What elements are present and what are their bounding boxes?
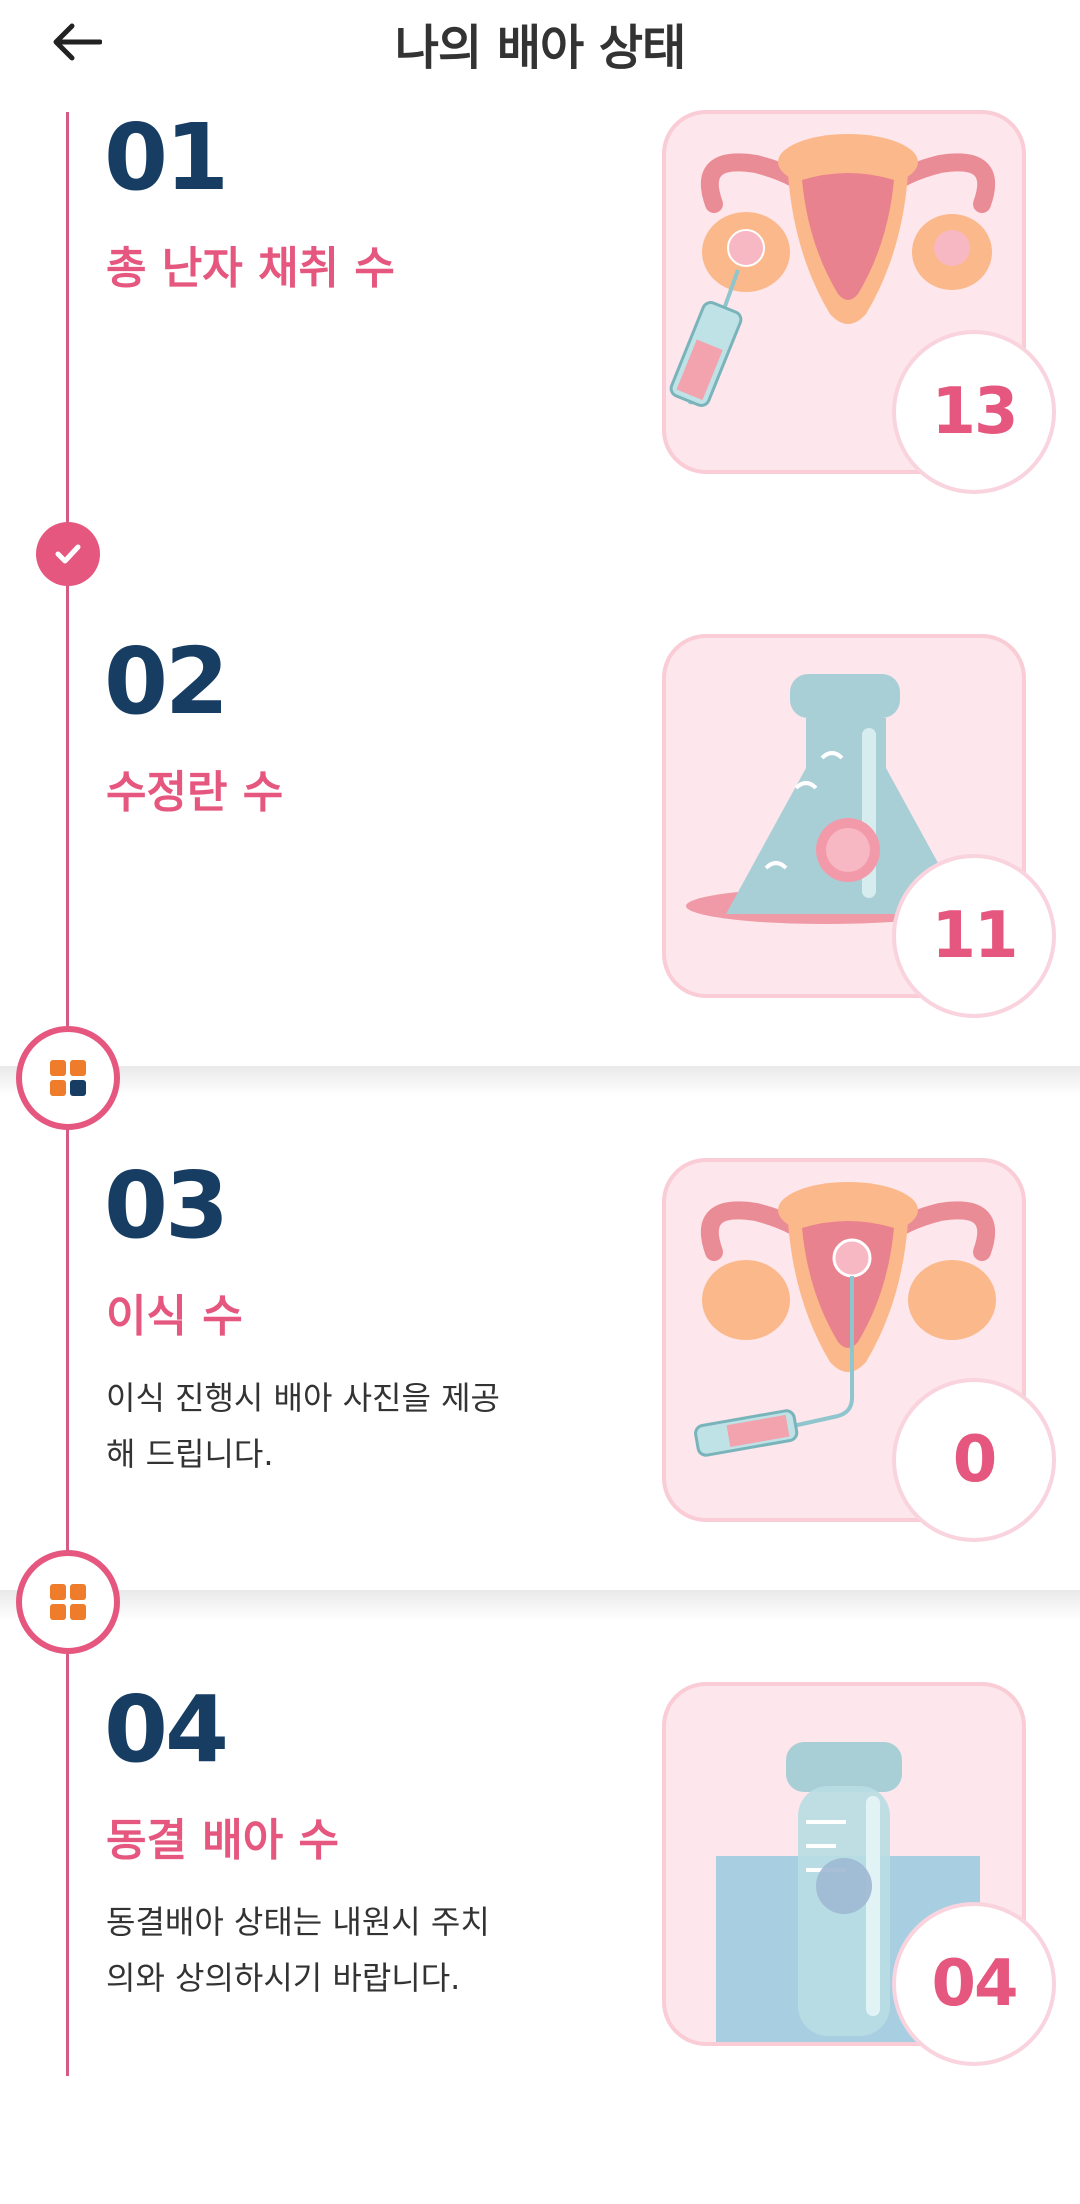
count-value: 11 xyxy=(931,899,1018,973)
count-badge: 04 xyxy=(892,1902,1056,2066)
step-marker xyxy=(16,1026,120,1130)
step-section-03: 03 이식 수 이식 진행시 배아 사진을 제공 해 드립니다. 0 xyxy=(0,1152,1080,1680)
step-complete-marker xyxy=(36,522,100,586)
step-number: 03 xyxy=(104,1152,229,1259)
grid-icon xyxy=(50,1584,86,1620)
step-label: 동결 배아 수 xyxy=(106,1815,340,1866)
app-header: 나의 배아 상태 xyxy=(0,0,1080,86)
step-section-04: 04 동결 배아 수 동결배아 상태는 내원시 주치 의와 상의하시기 바랍니다… xyxy=(0,1676,1080,2204)
step-description: 이식 진행시 배아 사진을 제공 해 드립니다. xyxy=(106,1379,500,1473)
step-description: 동결배아 상태는 내원시 주치 의와 상의하시기 바랍니다. xyxy=(106,1903,490,1997)
count-badge: 11 xyxy=(892,854,1056,1018)
count-value: 04 xyxy=(931,1947,1018,2021)
step-marker xyxy=(16,1550,120,1654)
page-title: 나의 배아 상태 xyxy=(394,20,686,76)
count-badge: 13 xyxy=(892,330,1056,494)
step-label: 총 난자 채취 수 xyxy=(106,243,395,294)
count-badge: 0 xyxy=(892,1378,1056,1542)
grid-icon xyxy=(50,1060,86,1096)
check-icon xyxy=(55,544,81,564)
count-value: 13 xyxy=(931,375,1018,449)
step-section-02: 02 수정란 수 11 xyxy=(0,628,1080,1156)
step-number: 04 xyxy=(104,1676,229,1783)
count-value: 0 xyxy=(952,1423,998,1497)
step-label: 이식 수 xyxy=(106,1291,243,1342)
step-label: 수정란 수 xyxy=(106,767,284,818)
step-number: 01 xyxy=(104,104,229,211)
step-number: 02 xyxy=(104,628,229,735)
step-section-01: 01 총 난자 채취 수 13 xyxy=(0,104,1080,632)
